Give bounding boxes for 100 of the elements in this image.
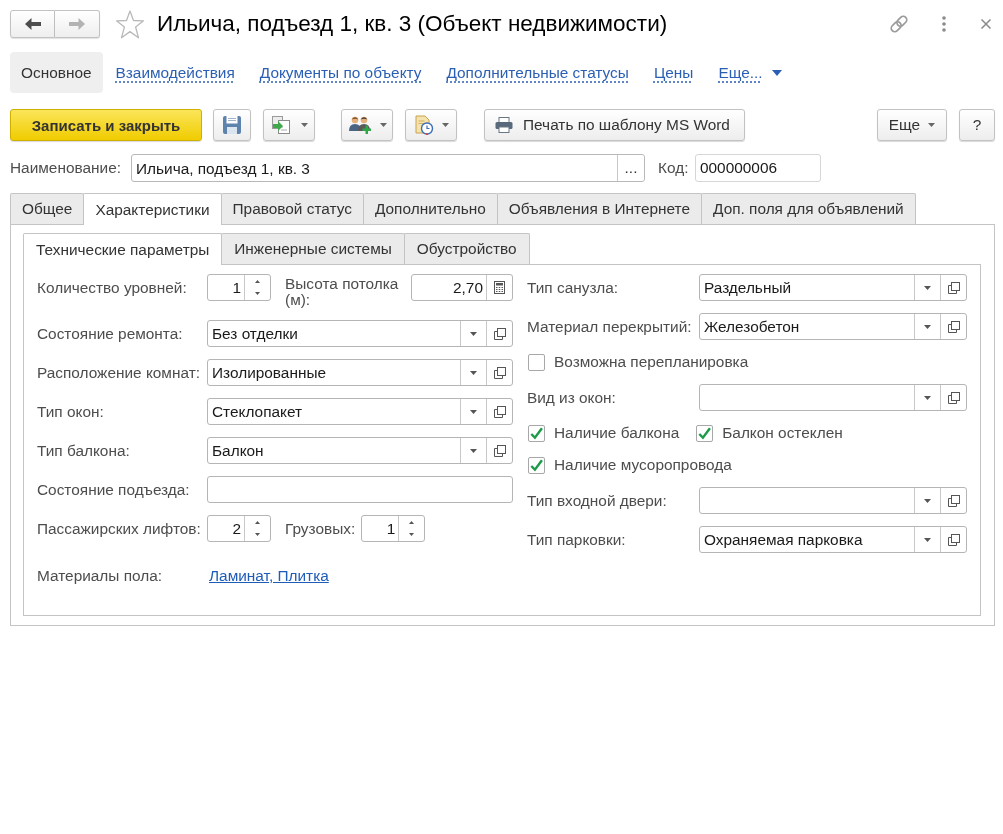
caret-icon <box>924 285 931 290</box>
section-link[interactable]: Дополнительные статусы <box>434 52 641 93</box>
tab[interactable]: Общее <box>10 193 85 224</box>
open-window-icon <box>947 494 960 507</box>
field-value: 2 <box>231 519 242 539</box>
field-value: Без отделки <box>211 324 298 344</box>
tab[interactable]: Инженерные системы <box>221 233 405 264</box>
field-label: Материалы пола: <box>37 566 164 584</box>
back-button[interactable] <box>10 10 55 38</box>
field-value: Стеклопакет <box>211 402 303 422</box>
checkmark-icon <box>697 425 713 441</box>
name-field[interactable]: Ильича, подъезд 1, кв. 3 ... <box>131 154 645 182</box>
checkbox[interactable] <box>528 353 545 371</box>
save-and-close-button[interactable]: Записать и закрыть <box>10 109 202 141</box>
text-field[interactable] <box>207 476 513 503</box>
caret-icon <box>470 409 477 414</box>
field-value: Раздельный <box>703 278 792 298</box>
link-icon[interactable] <box>889 14 909 34</box>
checkbox-label[interactable]: Наличие мусоропровода <box>554 456 732 474</box>
field-value: Ильича, подъезд 1, кв. 3 <box>135 158 311 179</box>
link[interactable]: Ламинат, Плитка <box>209 566 329 585</box>
window-title: Ильича, подъезд 1, кв. 3 (Объект недвижимости) <box>157 11 668 37</box>
open-window-icon <box>493 405 506 418</box>
checkbox-label[interactable]: Наличие балкона <box>554 424 680 442</box>
field-label: Пассажирских лифтов: <box>37 519 202 537</box>
section-link[interactable]: Взаимодействия <box>103 52 247 93</box>
choose-button[interactable]: ... <box>617 155 644 181</box>
save-button[interactable] <box>213 109 251 141</box>
down-caret-icon <box>409 533 415 537</box>
users-dropdown-button[interactable] <box>341 109 393 141</box>
field-label: Тип входной двери: <box>527 491 668 509</box>
tab[interactable]: Обустройство <box>403 233 530 264</box>
open-window-icon <box>947 281 960 294</box>
up-caret-icon <box>255 279 260 283</box>
tab[interactable]: Объявления в Интернете <box>496 193 703 224</box>
tab[interactable]: Технические параметры <box>23 233 223 265</box>
document-clock-icon <box>413 115 434 135</box>
caret-icon <box>441 123 449 127</box>
checkmark-icon <box>529 457 544 473</box>
down-caret-icon <box>255 292 260 296</box>
caret-icon <box>924 395 931 400</box>
section-link[interactable]: Цены <box>641 52 706 93</box>
print-button[interactable]: Печать по шаблону MS Word <box>484 109 745 141</box>
tab[interactable]: Правовой статус <box>220 193 364 224</box>
caret-icon <box>924 498 931 503</box>
field-label: Материал перекрытий: <box>527 317 693 335</box>
open-window-icon <box>947 391 960 404</box>
select-field[interactable]: Балкон <box>207 437 513 464</box>
checkbox-label[interactable]: Балкон остеклен <box>722 424 843 442</box>
users-plus-icon <box>347 115 372 135</box>
select-field[interactable]: Изолированные <box>207 359 513 386</box>
open-window-icon <box>947 533 960 546</box>
calculator-icon <box>494 281 505 294</box>
caret-icon <box>379 123 387 127</box>
field-value: 1 <box>231 278 242 298</box>
right-arrow-icon <box>69 18 85 30</box>
tab[interactable]: Дополнительно <box>362 193 498 224</box>
field-value: 2,70 <box>452 278 484 298</box>
help-button[interactable]: ? <box>959 109 995 141</box>
tab[interactable]: Доп. поля для объявлений <box>701 193 916 224</box>
number-spinner[interactable]: 1 <box>361 515 426 542</box>
caret-icon <box>470 370 477 375</box>
checkbox[interactable] <box>528 424 545 442</box>
checkbox[interactable] <box>528 456 545 474</box>
section-link[interactable]: Основное <box>10 52 103 93</box>
star-icon[interactable] <box>115 9 145 39</box>
select-field[interactable] <box>699 384 967 411</box>
number-spinner[interactable]: 2 <box>207 515 271 542</box>
field-label: Код: <box>658 159 690 177</box>
field-label: Состояние ремонта: <box>37 324 184 342</box>
section-link[interactable]: Документы по объекту <box>247 52 434 93</box>
select-field[interactable]: Охраняемая парковка <box>699 526 967 553</box>
close-icon[interactable] <box>981 19 991 29</box>
checkmark-icon <box>529 425 544 441</box>
caret-icon <box>470 331 477 336</box>
documents-dropdown-button[interactable] <box>263 109 315 141</box>
checkbox[interactable] <box>696 424 714 442</box>
more-button[interactable]: Еще <box>877 109 947 141</box>
select-field[interactable]: Раздельный <box>699 274 967 301</box>
select-field[interactable]: Стеклопакет <box>207 398 513 425</box>
field-value: 1 <box>385 519 397 539</box>
checkbox-label[interactable]: Возможна перепланировка <box>554 353 749 371</box>
section-link[interactable]: Еще... <box>706 52 794 93</box>
more-icon[interactable] <box>942 16 946 32</box>
field-label: Тип окон: <box>37 402 105 420</box>
select-field[interactable]: Железобетон <box>699 313 967 340</box>
up-caret-icon <box>409 520 415 524</box>
caret-icon <box>928 123 936 127</box>
field-label: Тип парковки: <box>527 530 627 548</box>
field-value: Железобетон <box>703 317 800 337</box>
document-clock-dropdown-button[interactable] <box>405 109 457 141</box>
number-spinner[interactable]: 1 <box>207 274 271 301</box>
open-window-icon <box>493 444 506 457</box>
number-field[interactable]: 2,70 <box>411 274 513 301</box>
field-label: Расположение комнат: <box>37 363 201 381</box>
down-caret-icon <box>255 533 260 537</box>
tab[interactable]: Характеристики <box>83 193 222 225</box>
select-field[interactable]: Без отделки <box>207 320 513 347</box>
code-field[interactable]: 000000006 <box>695 154 821 182</box>
select-field[interactable] <box>699 487 967 514</box>
